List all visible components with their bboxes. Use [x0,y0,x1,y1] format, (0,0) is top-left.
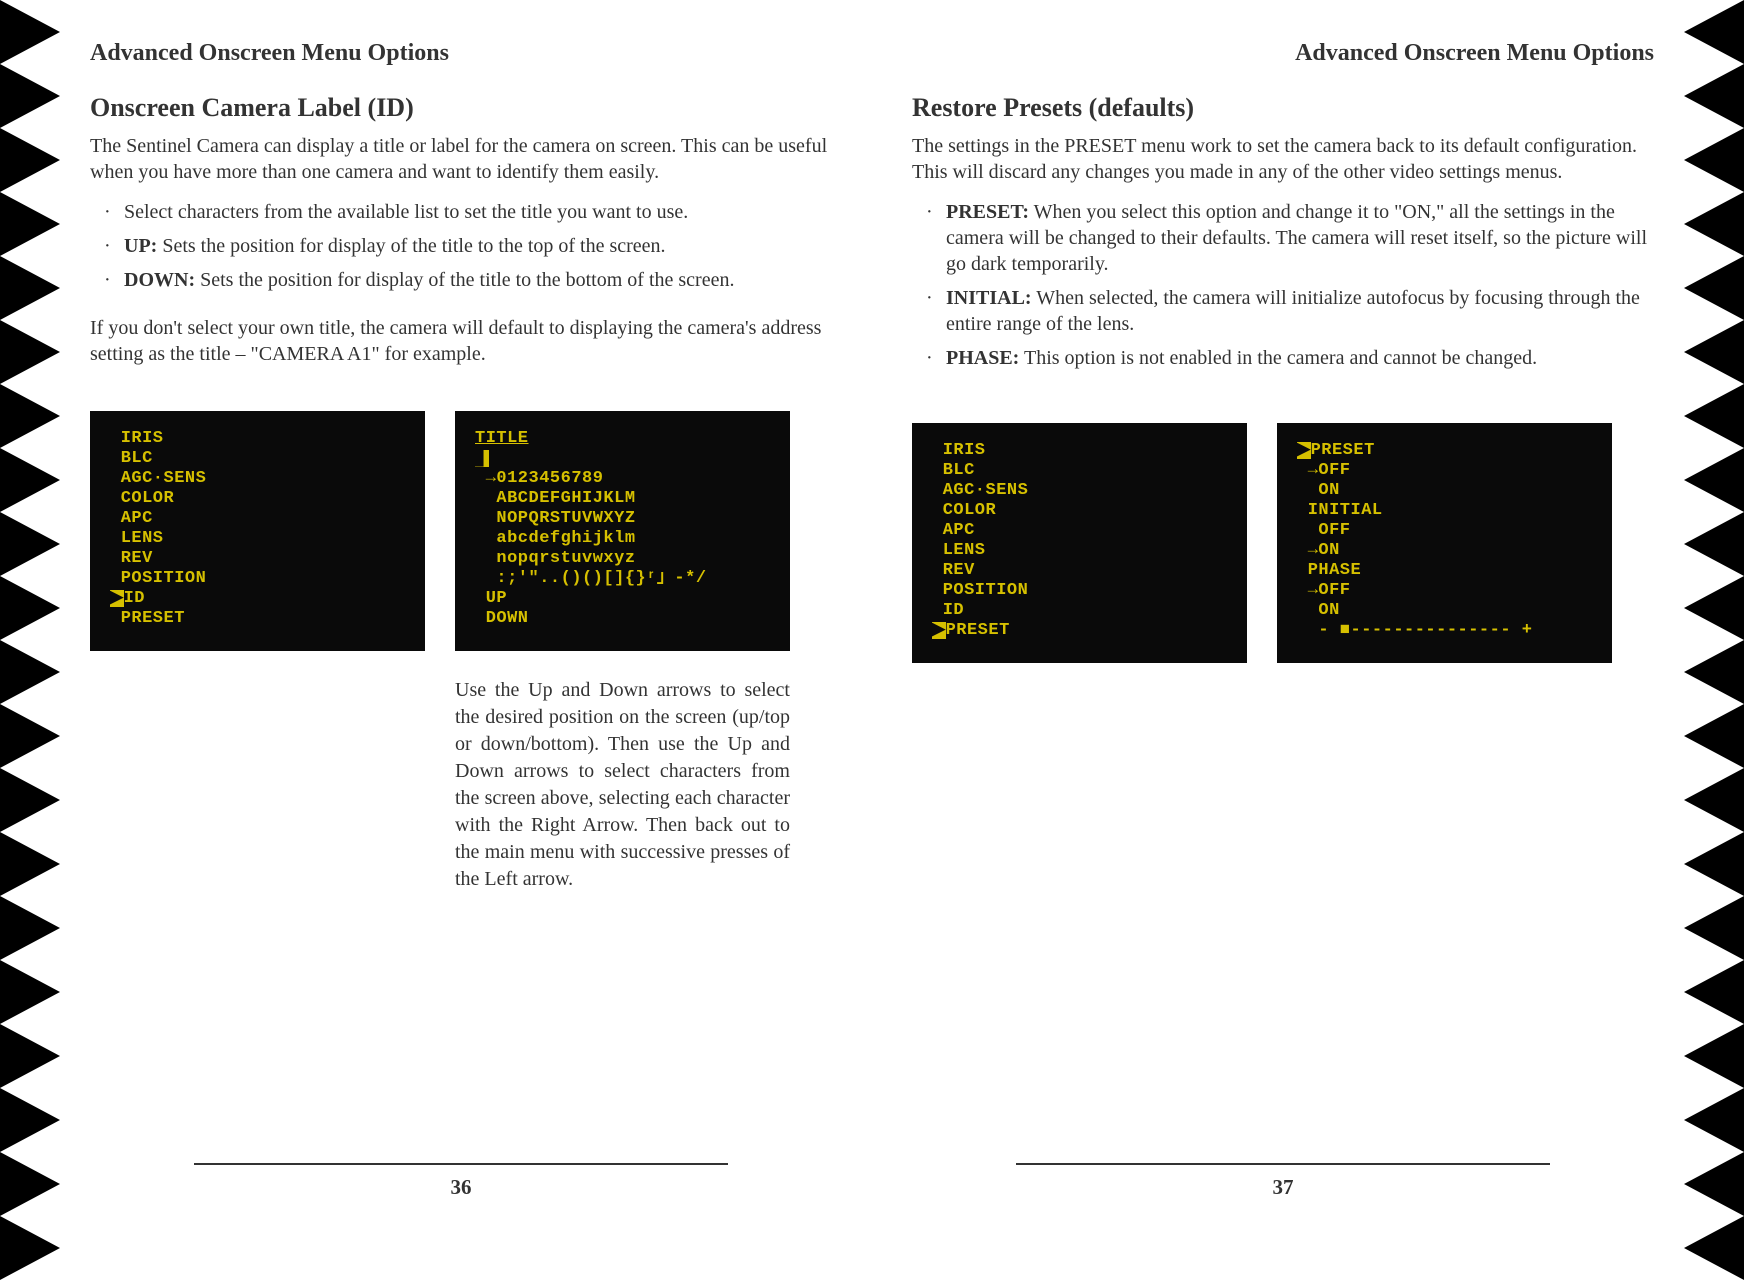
list-item: UP: Sets the position for display of the… [90,233,832,259]
bullet-lead: DOWN: [124,269,195,291]
running-head-left: Advanced Onscreen Menu Options [90,40,832,67]
bullet-list-left: Select characters from the available lis… [90,199,832,301]
page-number-right: 37 [1273,1175,1294,1200]
footer-rule [194,1163,728,1165]
osd-screenshot-menu: IRIS BLC AGC·SENS COLOR APC LENS REV POS… [912,423,1247,663]
bullet-lead: UP: [124,235,157,257]
osd-screenshot-menu: IRIS BLC AGC·SENS COLOR APC LENS REV POS… [90,411,425,651]
intro-right: The settings in the PRESET menu work to … [912,133,1654,185]
page-left: Advanced Onscreen Menu Options Onscreen … [90,40,832,1200]
page-number-left: 36 [451,1175,472,1200]
osd-screenshot-preset: ▶PRESET →OFF ON INITIAL OFF →ON PHASE →O… [1277,423,1612,663]
bullet-text: Sets the position for display of the tit… [157,235,665,257]
list-item: DOWN: Sets the position for display of t… [90,267,832,293]
bullet-text: When selected, the camera will initializ… [946,287,1640,335]
footer-rule [1016,1163,1550,1165]
osd-screenshot-title-editor: TITLE ▋ →0123456789 ABCDEFGHIJKLM NOPQRS… [455,411,790,651]
outro-left: If you don't select your own title, the … [90,315,832,367]
list-item: PRESET: When you select this option and … [912,199,1654,277]
bullet-text: Select characters from the available lis… [124,201,688,223]
bullet-list-right: PRESET: When you select this option and … [912,199,1654,379]
bullet-text: Sets the position for display of the tit… [195,269,734,291]
section-title-right: Restore Presets (defaults) [912,93,1654,123]
intro-left: The Sentinel Camera can display a title … [90,133,832,185]
decorative-left-border [0,0,60,1240]
caption-left: Use the Up and Down arrows to select the… [455,677,790,893]
page-right: Advanced Onscreen Menu Options Restore P… [912,40,1654,1200]
bullet-text: This option is not enabled in the camera… [1019,347,1537,369]
decorative-right-border [1684,0,1744,1240]
bullet-text: When you select this option and change i… [946,201,1647,275]
bullet-lead: INITIAL: [946,287,1032,309]
running-head-right: Advanced Onscreen Menu Options [912,40,1654,67]
list-item: INITIAL: When selected, the camera will … [912,285,1654,337]
list-item: PHASE: This option is not enabled in the… [912,345,1654,371]
bullet-lead: PHASE: [946,347,1019,369]
list-item: Select characters from the available lis… [90,199,832,225]
bullet-lead: PRESET: [946,201,1029,223]
section-title-left: Onscreen Camera Label (ID) [90,93,832,123]
